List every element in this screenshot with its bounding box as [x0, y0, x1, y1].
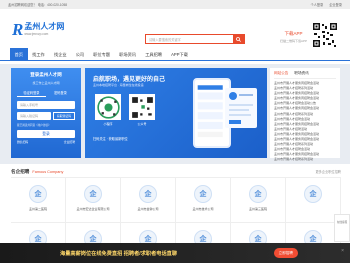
get-code-button[interactable]: 获取验证码 — [53, 112, 75, 120]
notice-item[interactable]: 孟州市开展人才招聘系列活动 — [274, 157, 336, 162]
company-logo-icon: 企 — [29, 185, 47, 203]
agreement-checkbox[interactable]: 我已阅读并同意《用户协议》 — [17, 123, 75, 127]
nav-find-job[interactable]: 找工作 — [28, 48, 50, 61]
banner-headline: 启航职场，遇见更好的自己 — [93, 77, 166, 83]
tab-password-login[interactable]: 密码登录 — [46, 89, 75, 97]
search-bar: 请输入要搜索的关键字 — [145, 34, 245, 44]
search-icon — [236, 36, 241, 42]
official-account-qr-icon — [129, 94, 155, 120]
app-download[interactable]: 下载APP 扫描二维码下载APP — [280, 31, 307, 43]
banner-foot: 扫码关注 · 获取最新职位 — [93, 137, 128, 141]
promo-banner[interactable]: 启航职场，遇见更好的自己 孟州本地招聘平台 · 海量岗位在线投递 小程序 公众号 — [85, 68, 267, 158]
bottom-promo-bar: 海量高薪岗位在线免费直招 招聘者/求职者电话直聊 立即招聘 × — [0, 243, 350, 263]
nav-company[interactable]: 公司 — [71, 48, 89, 61]
header: R 孟州人才网 www.jmrczp.com 请输入要搜索的关键字 下载APP … — [0, 9, 350, 48]
nav-job-topics[interactable]: 职位专题 — [89, 48, 115, 61]
search-button[interactable] — [233, 34, 244, 44]
company-card[interactable]: 企孟州第二医院 — [11, 178, 66, 223]
logo-url: www.jmrczp.com — [24, 32, 49, 36]
search-input[interactable]: 请输入要搜索的关键字 — [146, 37, 233, 42]
nav-app-download[interactable]: APP下载 — [167, 48, 193, 61]
personal-login-link[interactable]: 个人登录 — [311, 2, 324, 7]
qr-caption-2: 公众号 — [137, 122, 147, 126]
phone-input[interactable]: 请输入手机号 — [17, 101, 75, 109]
tab-site-notice[interactable]: 网站公告 — [274, 71, 288, 76]
notice-panel: 网站公告 职场资讯 孟州市开展人才服务周招聘会活动 孟州市开展人才招聘系列活动 … — [270, 68, 340, 161]
qr-code-icon — [312, 22, 338, 48]
mini-program-qr-icon — [95, 94, 121, 120]
close-icon[interactable]: × — [341, 248, 344, 254]
corp-recruit-link[interactable]: 企业招聘 — [64, 140, 75, 144]
code-input[interactable]: 请输入验证码 — [17, 112, 51, 120]
corp-login-link[interactable]: 企业登录 — [329, 2, 342, 7]
app-download-sub: 扫描二维码下载APP — [280, 39, 308, 43]
main-nav: 首页 找工作 找企业 公司 职位专题 职场资讯 工具招聘 APP下载 — [0, 47, 350, 61]
logo-name: 孟州人才网 — [24, 22, 65, 31]
top-bar: 孟州招聘网欢迎您！ 电话：400-020-1058 个人登录 企业登录 — [0, 0, 350, 9]
banner-sub: 孟州本地招聘平台 · 海量岗位在线投递 — [93, 83, 144, 87]
nav-home[interactable]: 首页 — [10, 47, 28, 61]
qr-caption-1: 小程序 — [103, 122, 113, 126]
famous-company-title-en: Famous Company — [32, 169, 64, 174]
nav-career-news[interactable]: 职场资讯 — [115, 48, 141, 61]
more-companies-link[interactable]: 更多企业职位招聘 — [316, 169, 342, 174]
login-title: 登录孟州人才网 — [30, 72, 62, 77]
recruit-now-button[interactable]: 立即招聘 — [273, 248, 298, 258]
company-logo-icon: 企 — [194, 185, 212, 203]
site-logo[interactable]: R 孟州人才网 www.jmrczp.com — [12, 21, 64, 38]
tab-career-news[interactable]: 职场资讯 — [294, 71, 308, 76]
company-card[interactable]: 企孟州市技术公司 — [176, 178, 231, 223]
hero-section: 登录孟州人才网 找工作上孟州人才网 验证码登录 密码登录 请输入手机号 请输入验… — [0, 64, 350, 164]
login-button[interactable]: 登录 — [17, 130, 75, 138]
company-logo-icon: 企 — [304, 185, 322, 203]
logo-mark: R — [12, 20, 24, 39]
app-download-label: 下载APP — [284, 31, 303, 36]
nav-find-company[interactable]: 找企业 — [49, 48, 71, 61]
online-service-label: 在线客服 — [336, 221, 348, 224]
company-logo-icon: 企 — [139, 185, 157, 203]
company-card[interactable]: 企孟州第三医院 — [231, 178, 286, 223]
job-card-image — [225, 88, 257, 128]
company-card[interactable]: 企 — [286, 178, 341, 223]
famous-company-header: 名企招聘 Famous Company 更多企业职位招聘 — [11, 166, 341, 178]
tab-sms-login[interactable]: 验证码登录 — [17, 89, 46, 97]
nav-tools[interactable]: 工具招聘 — [141, 48, 167, 61]
login-subtitle: 找工作上孟州人才网 — [32, 81, 60, 85]
wechat-login-link[interactable]: 微信扫码 — [17, 140, 28, 144]
company-card[interactable]: 企孟州市金钟公司 — [121, 178, 176, 223]
topbar-welcome: 孟州招聘网欢迎您！ 电话：400-020-1058 — [8, 3, 67, 7]
online-service-float[interactable]: 在线客服 — [334, 214, 350, 242]
bottom-promo-text: 海量高薪岗位在线免费直招 招聘者/求职者电话直聊 — [60, 250, 178, 257]
company-logo-icon: 企 — [249, 185, 267, 203]
company-card[interactable]: 企孟州市宏达企业有限公司 — [66, 178, 121, 223]
famous-company-title: 名企招聘 — [11, 168, 30, 174]
company-logo-icon: 企 — [84, 185, 102, 203]
notice-list: 孟州市开展人才服务周招聘会活动 孟州市开展人才招聘系列活动 孟州市开展人才服务周… — [274, 81, 336, 163]
login-panel: 登录孟州人才网 找工作上孟州人才网 验证码登录 密码登录 请输入手机号 请输入验… — [11, 68, 81, 158]
